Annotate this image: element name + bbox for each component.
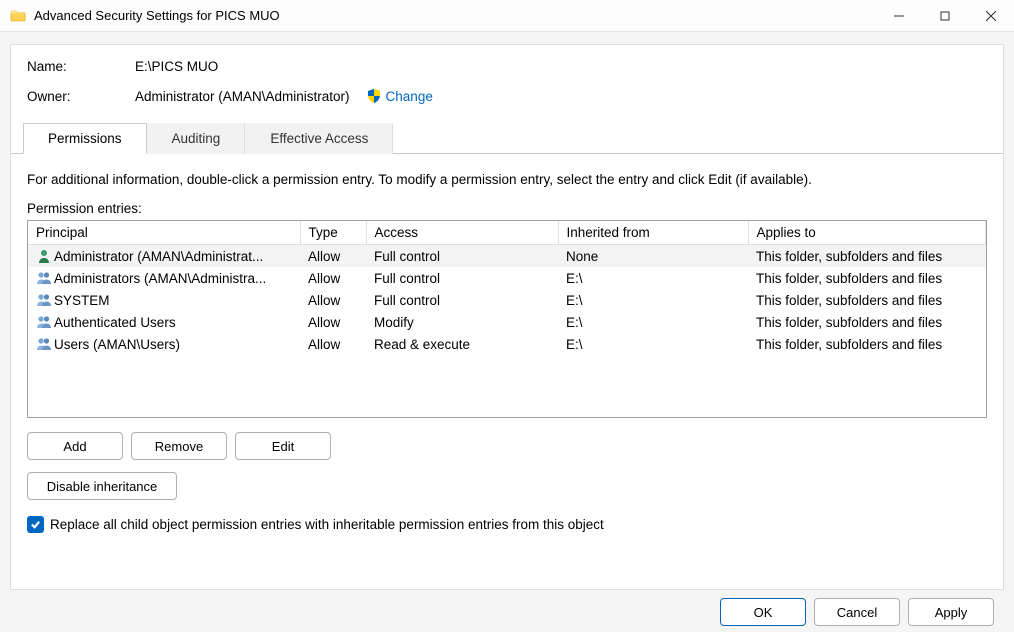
permission-table[interactable]: Principal Type Access Inherited from App… [27,220,987,418]
replace-inherit-checkbox[interactable] [27,516,44,533]
name-label: Name: [27,59,135,74]
principal-text: Authenticated Users [54,315,176,330]
remove-button[interactable]: Remove [131,432,227,460]
principal-text: SYSTEM [54,293,110,308]
type-text: Allow [300,267,366,289]
inherited-text: E:\ [558,289,748,311]
add-button[interactable]: Add [27,432,123,460]
name-value: E:\PICS MUO [135,59,218,74]
group-icon [36,336,52,352]
access-text: Full control [366,267,558,289]
access-text: Modify [366,311,558,333]
tab-auditing[interactable]: Auditing [147,123,246,154]
owner-value: Administrator (AMAN\Administrator) [135,89,350,104]
inherited-text: E:\ [558,311,748,333]
ok-button[interactable]: OK [720,598,806,626]
inherited-text: E:\ [558,267,748,289]
user-icon [36,248,52,264]
tab-effective-access[interactable]: Effective Access [245,123,393,154]
applies-text: This folder, subfolders and files [748,267,986,289]
applies-text: This folder, subfolders and files [748,311,986,333]
applies-text: This folder, subfolders and files [748,289,986,311]
table-row[interactable]: Authenticated Users AllowModifyE:\This fo… [28,311,986,333]
title-bar: Advanced Security Settings for PICS MUO [0,0,1014,32]
group-icon [36,270,52,286]
access-text: Full control [366,245,558,268]
col-header-inherited[interactable]: Inherited from [558,221,748,245]
principal-text: Administrator (AMAN\Administrat... [54,249,263,264]
minimize-button[interactable] [876,0,922,32]
disable-inheritance-button[interactable]: Disable inheritance [27,472,177,500]
table-row[interactable]: SYSTEM AllowFull controlE:\This folder, s… [28,289,986,311]
col-header-access[interactable]: Access [366,221,558,245]
apply-button[interactable]: Apply [908,598,994,626]
cancel-button[interactable]: Cancel [814,598,900,626]
shield-icon [366,88,382,104]
type-text: Allow [300,245,366,268]
inherited-text: None [558,245,748,268]
group-icon [36,292,52,308]
table-row[interactable]: Administrator (AMAN\Administrat... AllowF… [28,245,986,268]
type-text: Allow [300,333,366,355]
table-row[interactable]: Administrators (AMAN\Administra... AllowF… [28,267,986,289]
change-owner-link[interactable]: Change [386,89,433,104]
tab-bar: PermissionsAuditingEffective Access [11,122,1003,154]
principal-text: Users (AMAN\Users) [54,337,180,352]
inherited-text: E:\ [558,333,748,355]
maximize-button[interactable] [922,0,968,32]
col-header-type[interactable]: Type [300,221,366,245]
folder-icon [10,8,26,24]
main-panel: Name: E:\PICS MUO Owner: Administrator (… [10,44,1004,590]
close-button[interactable] [968,0,1014,32]
dialog-buttons: OK Cancel Apply [10,590,1004,626]
principal-text: Administrators (AMAN\Administra... [54,271,266,286]
window-title: Advanced Security Settings for PICS MUO [34,8,876,23]
type-text: Allow [300,289,366,311]
group-icon [36,314,52,330]
owner-label: Owner: [27,89,135,104]
access-text: Full control [366,289,558,311]
col-header-principal[interactable]: Principal [28,221,300,245]
type-text: Allow [300,311,366,333]
access-text: Read & execute [366,333,558,355]
applies-text: This folder, subfolders and files [748,245,986,268]
entries-label: Permission entries: [27,201,987,216]
replace-inherit-label: Replace all child object permission entr… [50,517,604,532]
col-header-applies[interactable]: Applies to [748,221,986,245]
help-text: For additional information, double-click… [27,172,987,187]
applies-text: This folder, subfolders and files [748,333,986,355]
edit-button[interactable]: Edit [235,432,331,460]
table-row[interactable]: Users (AMAN\Users) AllowRead & executeE:\… [28,333,986,355]
tab-permissions[interactable]: Permissions [23,123,147,154]
